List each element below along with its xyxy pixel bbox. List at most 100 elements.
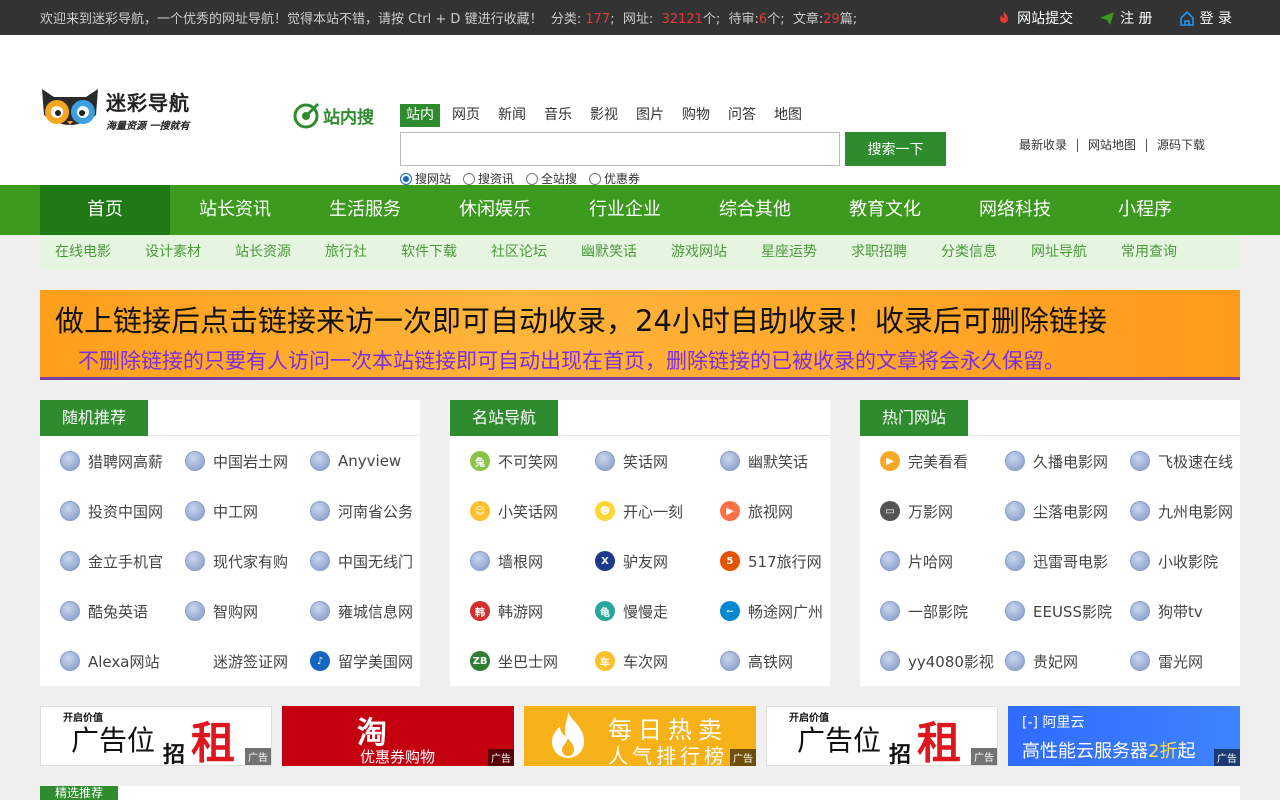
site-link[interactable]: 幽默笑话 xyxy=(720,436,845,486)
subnav-item[interactable]: 社区论坛 xyxy=(491,235,547,270)
search-tab-qa[interactable]: 问答 xyxy=(722,104,762,127)
search-tab-images[interactable]: 图片 xyxy=(630,104,670,127)
search-tab-shopping[interactable]: 购物 xyxy=(676,104,716,127)
radio-dot[interactable] xyxy=(589,172,602,185)
site-link[interactable]: 狗带tv xyxy=(1130,586,1255,636)
nav-item-misc[interactable]: 综合其他 xyxy=(690,185,820,235)
nav-item-education[interactable]: 教育文化 xyxy=(820,185,950,235)
site-link[interactable]: 雷光网 xyxy=(1130,636,1255,686)
site-link[interactable]: ▶ 旅视网 xyxy=(720,486,845,536)
site-logo[interactable]: 迷彩导航 海量资源 一搜就有 xyxy=(40,83,200,135)
site-link[interactable]: 迷游签证网 xyxy=(185,636,310,686)
search-tab-music[interactable]: 音乐 xyxy=(538,104,578,127)
site-link[interactable]: 飞极速在线 xyxy=(1130,436,1255,486)
search-input[interactable] xyxy=(400,132,840,166)
source-download-link[interactable]: 源码下载 xyxy=(1145,139,1215,152)
radio-dot[interactable] xyxy=(463,172,476,185)
nav-item-tech[interactable]: 网络科技 xyxy=(950,185,1080,235)
site-link[interactable]: 墙根网 xyxy=(470,536,595,586)
radio-dot[interactable] xyxy=(400,172,412,185)
site-link[interactable]: X 驴友网 xyxy=(595,536,720,586)
site-link[interactable]: 迅雷哥电影 xyxy=(1005,536,1130,586)
panel-title[interactable]: 热门网站 xyxy=(860,400,969,436)
panel-header: 名站导航 xyxy=(450,400,830,436)
search-tab-video[interactable]: 影视 xyxy=(584,104,624,127)
ad-slot-rent-2[interactable]: 开启价值 广告位 招 租 广告 xyxy=(766,706,998,766)
site-link[interactable]: 金立手机官 xyxy=(60,536,185,586)
search-tab-site[interactable]: 站内 xyxy=(400,104,440,127)
site-link[interactable]: 5 517旅行网 xyxy=(720,536,845,586)
subnav-item[interactable]: 旅行社 xyxy=(325,235,367,270)
site-link[interactable]: 现代家有购 xyxy=(185,536,310,586)
site-link[interactable]: 智购网 xyxy=(185,586,310,636)
site-link[interactable]: 车车次网 xyxy=(595,636,720,686)
site-link[interactable]: 久播电影网 xyxy=(1005,436,1130,486)
subnav-item[interactable]: 分类信息 xyxy=(941,235,997,270)
site-link[interactable]: ☺ 小笑话网 xyxy=(470,486,595,536)
ad-slot-rent[interactable]: 开启价值 广告位 招 租 广告 xyxy=(40,706,272,766)
site-link[interactable]: ~ 畅途网广州 xyxy=(720,586,845,636)
subnav-item[interactable]: 软件下载 xyxy=(401,235,457,270)
site-link[interactable]: 河南省公务 xyxy=(310,486,435,536)
subnav-item[interactable]: 星座运势 xyxy=(761,235,817,270)
subnav-item[interactable]: 网址导航 xyxy=(1031,235,1087,270)
latest-link[interactable]: 最新收录 xyxy=(1009,139,1077,152)
site-link[interactable]: 小收影院 xyxy=(1130,536,1255,586)
panel-title[interactable]: 随机推荐 xyxy=(40,400,149,436)
site-link[interactable]: 猎聘网高薪 xyxy=(60,436,185,486)
sitemap-link[interactable]: 网站地图 xyxy=(1076,139,1146,152)
site-link[interactable]: 一部影院 xyxy=(880,586,1005,636)
site-link[interactable]: 龟慢慢走 xyxy=(595,586,720,636)
site-link[interactable]: ♪ 留学美国网 xyxy=(310,636,435,686)
site-link[interactable]: 酷兔英语 xyxy=(60,586,185,636)
site-link[interactable]: ▶ 完美看看 xyxy=(880,436,1005,486)
panel-title[interactable]: 名站导航 xyxy=(450,400,559,436)
subnav-item[interactable]: 游戏网站 xyxy=(671,235,727,270)
ad-aliyun[interactable]: [-] 阿里云 高性能云服务器2折起 广告 xyxy=(1008,706,1240,766)
radio-dot[interactable] xyxy=(526,172,539,185)
site-link[interactable]: 高铁网 xyxy=(720,636,845,686)
subnav-item[interactable]: 站长资源 xyxy=(235,235,291,270)
ad-taobao[interactable]: 淘 优惠券购物 广告 xyxy=(282,706,514,766)
site-link[interactable]: 雍城信息网 xyxy=(310,586,435,636)
site-link[interactable]: ☻ 开心一刻 xyxy=(595,486,720,536)
search-tab-web[interactable]: 网页 xyxy=(446,104,486,127)
site-link[interactable]: 兔不可笑网 xyxy=(470,436,595,486)
site-link[interactable]: Anyview xyxy=(310,436,435,486)
site-link[interactable]: ▭ 万影网 xyxy=(880,486,1005,536)
nav-item-home[interactable]: 首页 xyxy=(40,185,170,235)
site-link[interactable]: 尘落电影网 xyxy=(1005,486,1130,536)
search-tab-news[interactable]: 新闻 xyxy=(492,104,532,127)
nav-item-entertainment[interactable]: 休闲娱乐 xyxy=(430,185,560,235)
site-link[interactable]: 片哈网 xyxy=(880,536,1005,586)
register-link[interactable]: 注 册 xyxy=(1099,8,1153,28)
login-link[interactable]: 登 录 xyxy=(1179,8,1232,28)
auto-index-banner[interactable]: 做上链接后点击链接来访一次即可自动收录，24小时自助收录！收录后可删除链接 不删… xyxy=(0,290,1280,380)
site-link[interactable]: 中国岩土网 xyxy=(185,436,310,486)
ad-hot-sale[interactable]: 每日热卖 人气排行榜 广告 xyxy=(524,706,756,766)
site-link[interactable]: 贵妃网 xyxy=(1005,636,1130,686)
subnav-item[interactable]: 常用查询 xyxy=(1121,235,1177,270)
subnav-item[interactable]: 幽默笑话 xyxy=(581,235,637,270)
site-link[interactable]: 笑话网 xyxy=(595,436,720,486)
nav-item-miniprogram[interactable]: 小程序 xyxy=(1080,185,1210,235)
site-link[interactable]: 中国无线门 xyxy=(310,536,435,586)
site-link[interactable]: EEUSS影院 xyxy=(1005,586,1130,636)
site-link[interactable]: 九州电影网 xyxy=(1130,486,1255,536)
site-link[interactable]: Alexa网站 xyxy=(60,636,185,686)
subnav-item[interactable]: 设计素材 xyxy=(145,235,201,270)
subnav-item[interactable]: 在线电影 xyxy=(55,235,111,270)
nav-item-industry[interactable]: 行业企业 xyxy=(560,185,690,235)
nav-item-life[interactable]: 生活服务 xyxy=(300,185,430,235)
search-tab-map[interactable]: 地图 xyxy=(768,104,808,127)
site-link[interactable]: yy4080影视 xyxy=(880,636,1005,686)
submit-site-link[interactable]: 网站提交 xyxy=(996,8,1073,28)
search-button[interactable]: 搜索一下 xyxy=(845,132,946,166)
site-link[interactable]: 投资中国网 xyxy=(60,486,185,536)
nav-item-webmaster[interactable]: 站长资讯 xyxy=(170,185,300,235)
pending-label: 待审: xyxy=(728,12,759,27)
site-link[interactable]: ZB 坐巴士网 xyxy=(470,636,595,686)
site-link[interactable]: 韩韩游网 xyxy=(470,586,595,636)
subnav-item[interactable]: 求职招聘 xyxy=(851,235,907,270)
site-link[interactable]: 中工网 xyxy=(185,486,310,536)
